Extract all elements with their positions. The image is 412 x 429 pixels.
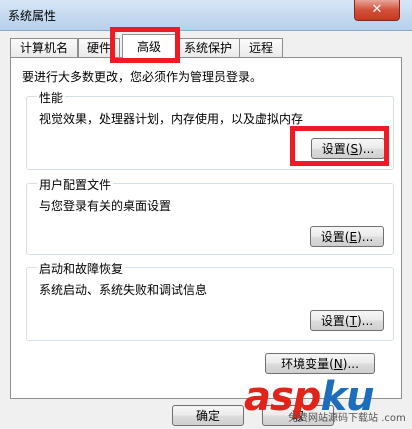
user-profiles-group: 用户配置文件 与您登录有关的桌面设置 设置(E)... (26, 176, 394, 255)
tab-remote[interactable]: 远程 (239, 38, 283, 58)
startup-recovery-description: 系统启动、系统失败和调试信息 (39, 283, 208, 297)
user-profiles-title: 用户配置文件 (37, 176, 114, 193)
ok-button[interactable]: 确定 (172, 405, 244, 426)
startup-recovery-group: 启动和故障恢复 系统启动、系统失败和调试信息 设置(T)... (26, 260, 394, 341)
startup-settings-button[interactable]: 设置(T)... (310, 310, 384, 331)
user-profiles-settings-button[interactable]: 设置(E)... (310, 226, 384, 247)
tab-label: 计算机名 (19, 41, 68, 55)
button-text: 设置 (320, 314, 345, 328)
button-text: 环境变量 (281, 357, 330, 371)
mnemonic-key: N (333, 357, 343, 371)
site-watermark: aspku 免费网站源码下载站 .com (244, 374, 412, 429)
close-icon: ✕ (371, 2, 383, 17)
admin-notice: 要进行大多数更改，您必须作为管理员登录。 (22, 70, 263, 84)
highlight-box-tab (110, 27, 180, 63)
highlight-box-settings (290, 126, 389, 166)
startup-recovery-title: 启动和故障恢复 (37, 260, 126, 277)
tab-label: 硬件 (86, 41, 111, 55)
tab-system-protection[interactable]: 系统保护 (176, 38, 240, 58)
environment-variables-button[interactable]: 环境变量(N)... (265, 353, 375, 374)
tab-strip: 计算机名 硬件 高级 系统保护 远程 (10, 34, 402, 59)
tab-computer-name[interactable]: 计算机名 (10, 38, 78, 58)
tab-label: 远程 (248, 41, 273, 55)
button-text: 设置 (320, 230, 345, 244)
mnemonic-key: T (349, 314, 357, 328)
user-profiles-description: 与您登录有关的桌面设置 (39, 199, 172, 213)
tab-label: 系统保护 (183, 41, 232, 55)
button-ellipsis: ... (361, 230, 374, 244)
performance-description: 视觉效果，处理器计划，内存使用，以及虚拟内存 (39, 112, 304, 126)
title-bar: 系统属性 ✕ (0, 0, 412, 31)
window-title: 系统属性 (8, 9, 57, 23)
button-ellipsis: ... (361, 314, 374, 328)
button-text: 确定 (195, 409, 220, 423)
close-button[interactable]: ✕ (354, 0, 400, 21)
button-ellipsis: ... (347, 357, 359, 371)
performance-title: 性能 (37, 89, 66, 106)
mnemonic-key: E (349, 230, 358, 244)
watermark-tagline: 免费网站源码下载站 .com (288, 413, 406, 424)
